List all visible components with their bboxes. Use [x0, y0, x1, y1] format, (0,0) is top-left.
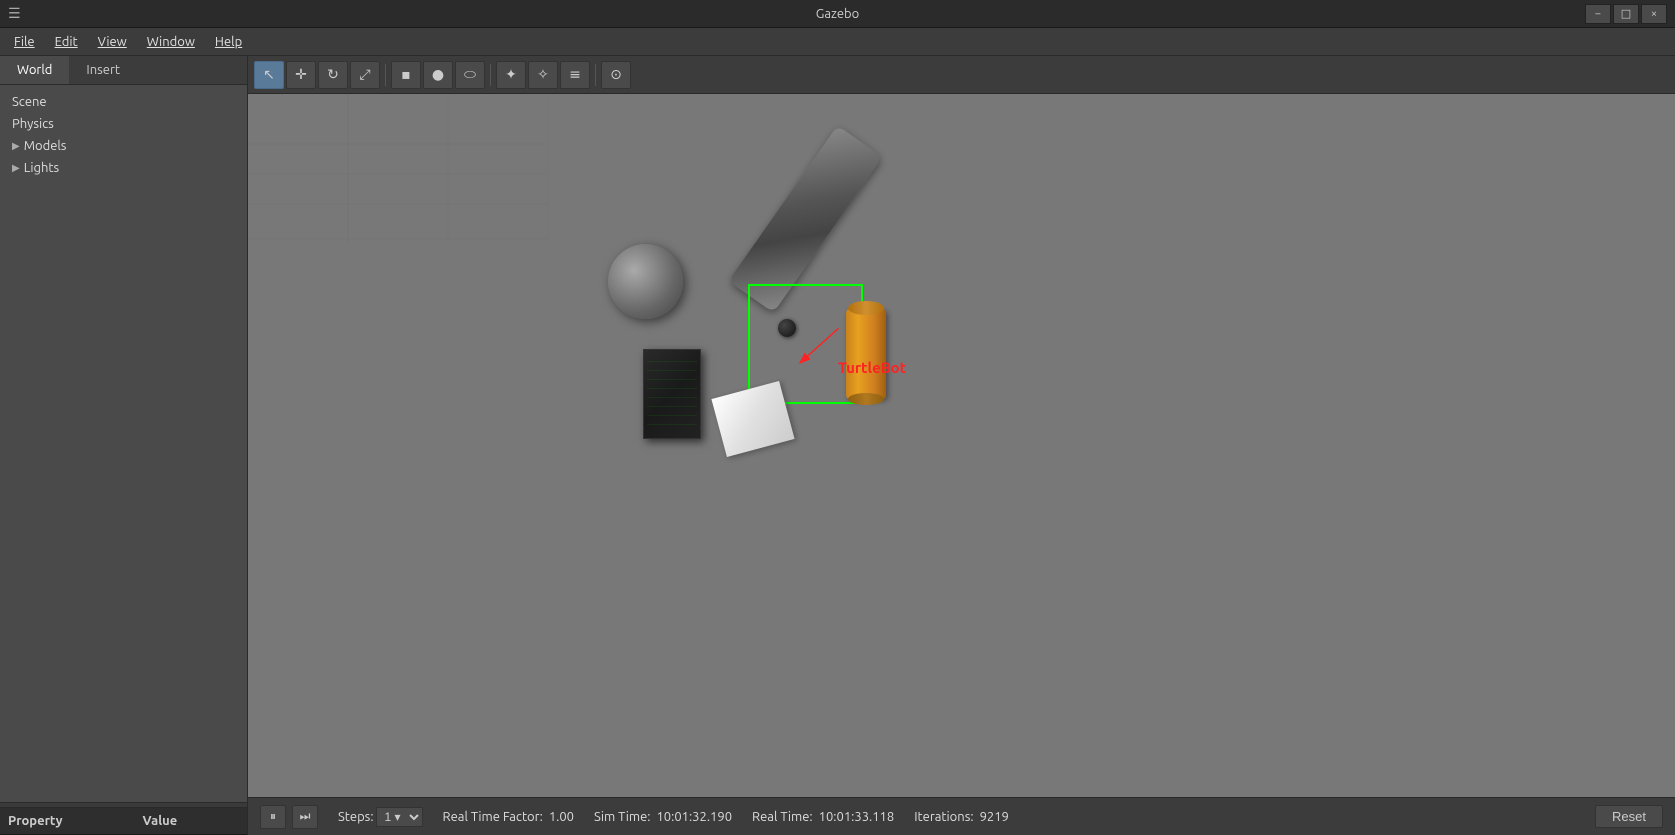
tree-lights-label: Lights: [24, 161, 59, 175]
window-menu-icon[interactable]: ☰: [8, 5, 21, 22]
pause-icon: ⏸: [270, 810, 276, 824]
tool-box[interactable]: ▪: [391, 61, 421, 89]
sphere-icon: ●: [432, 66, 444, 83]
toolbar-sep-2: [490, 64, 491, 86]
pause-button[interactable]: ⏸: [260, 805, 286, 829]
real-time-label: Real Time:: [752, 810, 813, 824]
window-controls: − □ ×: [1585, 4, 1667, 24]
steps-group: Steps: 1 ▾: [338, 807, 423, 827]
prop-header-property: Property: [8, 814, 63, 828]
lights-expand-arrow: ▶: [12, 162, 20, 174]
point-light-icon: ✦: [505, 66, 517, 83]
cylinder-icon: ⬭: [464, 66, 476, 83]
tree-models-label: Models: [24, 139, 67, 153]
reset-button[interactable]: Reset: [1595, 805, 1663, 828]
turtlebot-arrow: [786, 322, 846, 372]
white-block-object[interactable]: [711, 381, 794, 457]
statusbar: ⏸ ⏭ Steps: 1 ▾ Real Time Factor: 1.00 Si…: [248, 797, 1675, 835]
tree-item-physics[interactable]: Physics: [0, 113, 247, 135]
screenshot-icon: ⊙: [610, 66, 622, 83]
menubar: File Edit View Window Help: [0, 28, 1675, 56]
dir-light-icon: ≡: [569, 66, 581, 83]
steps-select[interactable]: 1 ▾: [376, 807, 423, 827]
properties-header: Property Value: [0, 808, 247, 835]
tool-screenshot[interactable]: ⊙: [601, 61, 631, 89]
iterations-value: 9219: [980, 810, 1009, 824]
step-forward-button[interactable]: ⏭: [292, 805, 318, 829]
sim-time-value: 10:01:32.190: [656, 810, 732, 824]
rotate-icon: ↻: [327, 66, 339, 83]
tool-sphere[interactable]: ●: [423, 61, 453, 89]
black-box-object[interactable]: [643, 349, 701, 439]
prop-header-value: Value: [143, 814, 178, 828]
sphere-object[interactable]: [608, 244, 683, 319]
titlebar: ☰ Gazebo − □ ×: [0, 0, 1675, 28]
realtime-factor-group: Real Time Factor: 1.00: [443, 810, 574, 824]
left-panel: World Insert Scene Physics ▶ Models ▶ Li…: [0, 56, 248, 835]
menu-help[interactable]: Help: [205, 31, 252, 53]
tree-item-scene[interactable]: Scene: [0, 91, 247, 113]
tool-select[interactable]: ↖: [254, 61, 284, 89]
tree-item-lights[interactable]: ▶ Lights: [0, 157, 247, 179]
spot-light-icon: ✧: [537, 66, 549, 83]
scene-objects: TurtleBot: [248, 94, 1675, 797]
turtlebot-label: TurtleBot: [838, 359, 906, 376]
world-tree: Scene Physics ▶ Models ▶ Lights: [0, 85, 247, 802]
tree-scene-label: Scene: [12, 95, 47, 109]
iterations-group: Iterations: 9219: [914, 810, 1009, 824]
3d-viewport[interactable]: ↖ ✛ ↻ ⤢ ▪ ● ⬭ ✦: [248, 56, 1675, 835]
sim-time-label: Sim Time:: [594, 810, 650, 824]
tool-translate[interactable]: ✛: [286, 61, 316, 89]
maximize-button[interactable]: □: [1613, 4, 1639, 24]
orange-cylinder-object[interactable]: [846, 309, 886, 399]
scale-icon: ⤢: [359, 66, 370, 83]
select-icon: ↖: [263, 66, 275, 83]
step-forward-icon: ⏭: [300, 810, 311, 824]
iterations-label: Iterations:: [914, 810, 973, 824]
realtime-factor-label: Real Time Factor:: [443, 810, 543, 824]
close-button[interactable]: ×: [1641, 4, 1667, 24]
real-time-group: Real Time: 10:01:33.118: [752, 810, 894, 824]
translate-icon: ✛: [295, 66, 307, 83]
tool-rotate[interactable]: ↻: [318, 61, 348, 89]
tree-item-models[interactable]: ▶ Models: [0, 135, 247, 157]
tool-cylinder[interactable]: ⬭: [455, 61, 485, 89]
menu-edit[interactable]: Edit: [45, 31, 88, 53]
tool-dir-light[interactable]: ≡: [560, 61, 590, 89]
tool-scale[interactable]: ⤢: [350, 61, 380, 89]
tree-physics-label: Physics: [12, 117, 54, 131]
window-title: Gazebo: [0, 7, 1675, 21]
models-expand-arrow: ▶: [12, 140, 20, 152]
steps-label: Steps:: [338, 810, 374, 824]
menu-window[interactable]: Window: [137, 31, 205, 53]
menu-file[interactable]: File: [4, 31, 45, 53]
toolbar-sep-1: [385, 64, 386, 86]
panel-tabs: World Insert: [0, 56, 247, 85]
tab-insert[interactable]: Insert: [69, 56, 137, 84]
playback-controls: ⏸ ⏭: [260, 805, 318, 829]
tab-world[interactable]: World: [0, 56, 69, 84]
tool-point-light[interactable]: ✦: [496, 61, 526, 89]
real-time-value: 10:01:33.118: [819, 810, 895, 824]
tool-spot-light[interactable]: ✧: [528, 61, 558, 89]
realtime-factor-value: 1.00: [549, 810, 574, 824]
box-icon: ▪: [401, 66, 411, 83]
sim-time-group: Sim Time: 10:01:32.190: [594, 810, 732, 824]
toolbar-sep-3: [595, 64, 596, 86]
minimize-button[interactable]: −: [1585, 4, 1611, 24]
menu-view[interactable]: View: [88, 31, 137, 53]
scene-3d: TurtleBot: [248, 94, 1675, 797]
main-layout: World Insert Scene Physics ▶ Models ▶ Li…: [0, 56, 1675, 835]
viewport-toolbar: ↖ ✛ ↻ ⤢ ▪ ● ⬭ ✦: [248, 56, 1675, 94]
